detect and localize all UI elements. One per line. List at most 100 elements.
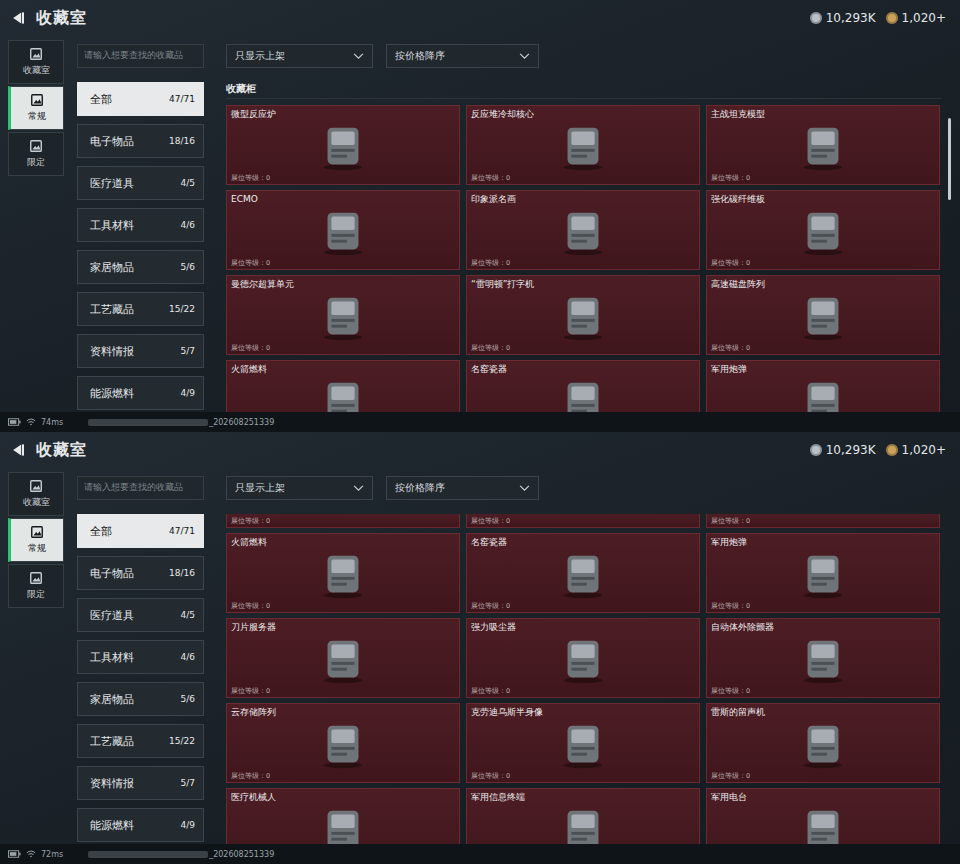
category-item[interactable]: 电子物品18/16 — [77, 556, 204, 590]
item-card[interactable]: 曼德尔超算单元展位等级：0 — [226, 275, 460, 355]
item-card[interactable]: 强力吸尘器展位等级：0 — [466, 618, 700, 698]
category-item[interactable]: 全部47/71 — [77, 514, 204, 548]
scrollbar-thumb[interactable] — [948, 118, 951, 200]
item-image — [794, 549, 852, 601]
item-card[interactable]: 展位等级：0 — [226, 514, 460, 528]
nav-item[interactable]: 限定 — [8, 564, 64, 608]
item-card[interactable]: ECMO展位等级：0 — [226, 190, 460, 270]
item-card[interactable]: 名窑瓷器展位等级：0 — [466, 533, 700, 613]
nav-label: 常规 — [28, 542, 46, 555]
item-name: 主战坦克模型 — [711, 109, 765, 120]
search-field[interactable]: 请输入想要查找的收藏品 — [77, 44, 204, 68]
scrollbar[interactable] — [948, 550, 951, 844]
collection-panel: 收藏室10,293K1,020+收藏室常规限定请输入想要查找的收藏品全部47/7… — [0, 0, 960, 432]
back-arrow-icon[interactable] — [10, 442, 26, 458]
item-card[interactable]: 展位等级：0 — [466, 514, 700, 528]
item-card[interactable]: 军用炮弹 — [706, 360, 940, 412]
item-image — [314, 206, 372, 258]
category-item[interactable]: 工艺藏品15/22 — [77, 724, 204, 758]
booth-level: 展位等级：0 — [231, 602, 270, 610]
search-field[interactable]: 请输入想要查找的收藏品 — [77, 476, 204, 500]
item-card[interactable]: “雷明顿”打字机展位等级：0 — [466, 275, 700, 355]
currency: 10,293K — [810, 443, 876, 457]
main-area: 只显示上架按价格降序展位等级：0展位等级：0展位等级：0火箭燃料展位等级：0名窑… — [226, 468, 941, 844]
item-card[interactable]: 展位等级：0 — [706, 514, 940, 528]
nav-item[interactable]: 收藏室 — [8, 472, 64, 516]
category-item[interactable]: 医疗道具4/5 — [77, 166, 204, 200]
item-card[interactable]: 刀片服务器展位等级：0 — [226, 618, 460, 698]
filter-dropdown[interactable]: 按价格降序 — [386, 44, 539, 68]
chevron-down-icon — [519, 485, 530, 492]
nav-item[interactable]: 限定 — [8, 132, 64, 176]
item-image — [314, 804, 372, 844]
item-card[interactable]: 雷斯的留声机展位等级：0 — [706, 703, 940, 783]
item-card[interactable]: 高速磁盘阵列展位等级：0 — [706, 275, 940, 355]
nav-label: 限定 — [27, 588, 45, 601]
item-card[interactable]: 主战坦克模型展位等级：0 — [706, 105, 940, 185]
category-item[interactable]: 医疗道具4/5 — [77, 598, 204, 632]
item-card[interactable]: 微型反应炉展位等级：0 — [226, 105, 460, 185]
item-card[interactable]: 自动体外除颤器展位等级：0 — [706, 618, 940, 698]
category-item[interactable]: 能源燃料4/9 — [77, 808, 204, 842]
item-card[interactable]: 名窑瓷器 — [466, 360, 700, 412]
item-image — [554, 206, 612, 258]
ping: 72ms — [41, 850, 63, 859]
category-item[interactable]: 工艺藏品15/22 — [77, 292, 204, 326]
nav-item[interactable]: 收藏室 — [8, 40, 64, 84]
category-item[interactable]: 资料情报5/7 — [77, 766, 204, 800]
build-id: _202608251339 — [209, 418, 274, 427]
item-name: 军用电台 — [711, 792, 747, 803]
category-item[interactable]: 能源燃料4/9 — [77, 376, 204, 410]
dropdown-label: 只显示上架 — [235, 481, 285, 495]
category-item[interactable]: 工具材料4/6 — [77, 640, 204, 674]
category-name: 电子物品 — [90, 566, 134, 581]
item-grid: 微型反应炉展位等级：0反应堆冷却核心展位等级：0主战坦克模型展位等级：0ECMO… — [226, 105, 941, 412]
item-card[interactable]: 医疗机械人 — [226, 788, 460, 844]
item-card[interactable]: 军用电台 — [706, 788, 940, 844]
currency: 1,020+ — [886, 443, 946, 457]
item-card[interactable]: 军用炮弹展位等级：0 — [706, 533, 940, 613]
dropdown-label: 按价格降序 — [395, 481, 445, 495]
category-list: 全部47/71 电子物品18/16 医疗道具4/5 工具材料4/6 家居物品5/6 工艺藏… — [77, 82, 204, 410]
item-card[interactable]: 克劳迪乌斯半身像展位等级：0 — [466, 703, 700, 783]
category-name: 工艺藏品 — [90, 734, 134, 749]
nav-item[interactable]: 常规 — [8, 518, 64, 562]
item-card[interactable]: 云存储阵列展位等级：0 — [226, 703, 460, 783]
item-name: 名窑瓷器 — [471, 364, 507, 375]
back-arrow-icon[interactable] — [10, 10, 26, 26]
nav-label: 收藏室 — [23, 64, 50, 77]
item-name: 医疗机械人 — [231, 792, 276, 803]
booth-level: 展位等级：0 — [231, 259, 270, 267]
category-item[interactable]: 家居物品5/6 — [77, 682, 204, 716]
item-card[interactable]: 强化碳纤维板展位等级：0 — [706, 190, 940, 270]
category-item[interactable]: 电子物品18/16 — [77, 124, 204, 158]
item-card[interactable]: 军用信息终端 — [466, 788, 700, 844]
item-image — [554, 376, 612, 412]
item-card[interactable]: 反应堆冷却核心展位等级：0 — [466, 105, 700, 185]
category-count: 47/71 — [169, 526, 195, 536]
item-image — [554, 549, 612, 601]
category-item[interactable]: 家居物品5/6 — [77, 250, 204, 284]
item-card[interactable]: 火箭燃料展位等级：0 — [226, 533, 460, 613]
filter-dropdown[interactable]: 只显示上架 — [226, 476, 373, 500]
item-name: 曼德尔超算单元 — [231, 279, 294, 290]
category-name: 能源燃料 — [90, 386, 134, 401]
booth-level: 展位等级：0 — [711, 344, 750, 352]
category-item[interactable]: 工具材料4/6 — [77, 208, 204, 242]
category-item[interactable]: 全部47/71 — [77, 82, 204, 116]
nav-label: 限定 — [27, 156, 45, 169]
battery-icon — [8, 418, 21, 426]
picture-frame-icon — [29, 571, 43, 585]
category-item[interactable]: 资料情报5/7 — [77, 334, 204, 368]
item-card[interactable]: 印象派名画展位等级：0 — [466, 190, 700, 270]
scrollbar[interactable] — [948, 118, 951, 412]
booth-level: 展位等级：0 — [471, 517, 510, 525]
item-grid: 展位等级：0展位等级：0展位等级：0火箭燃料展位等级：0名窑瓷器展位等级：0军用… — [226, 514, 941, 844]
filter-dropdown[interactable]: 只显示上架 — [226, 44, 373, 68]
filter-dropdown[interactable]: 按价格降序 — [386, 476, 539, 500]
nav-item[interactable]: 常规 — [8, 86, 64, 130]
item-card[interactable]: 火箭燃料 — [226, 360, 460, 412]
booth-level: 展位等级：0 — [471, 259, 510, 267]
redacted-block — [88, 419, 208, 426]
category-count: 47/71 — [169, 94, 195, 104]
